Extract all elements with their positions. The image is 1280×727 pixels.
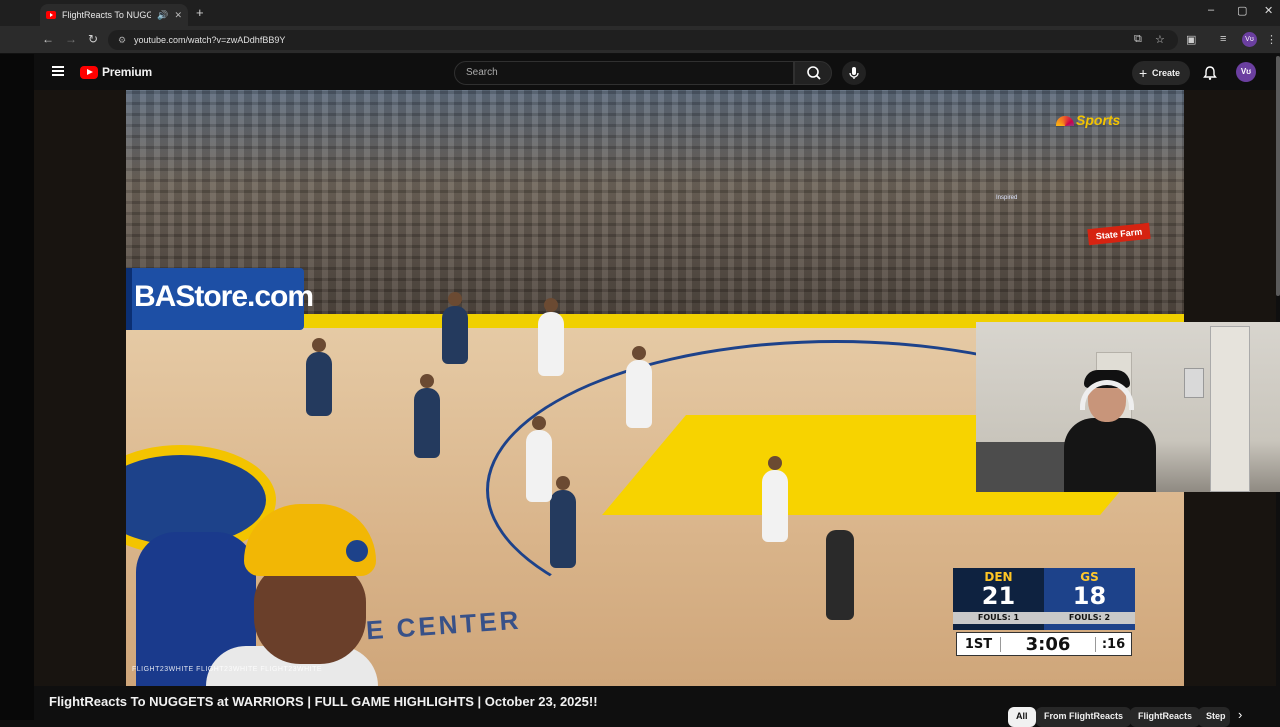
network-logo-text: Sports (1076, 112, 1121, 128)
home-fouls: FOULS: 1 (953, 612, 1044, 624)
player-figure (550, 476, 576, 568)
forward-arrow-icon[interactable]: → (65, 32, 77, 46)
microphone-icon (849, 67, 859, 79)
create-button[interactable]: + Create (1132, 61, 1190, 85)
left-edge (0, 54, 34, 720)
scoreboard-away: GS 18 FOULS: 2 (1044, 568, 1135, 630)
chip-step[interactable]: Step (1198, 707, 1230, 727)
browser-profile-avatar[interactable]: Vʊ (1242, 32, 1257, 47)
logo-wordmark: Premium (102, 65, 152, 79)
browser-tab-bar (0, 0, 1280, 26)
game-clock-row: 1ST 3:06 :16 (956, 632, 1132, 656)
create-label: Create (1152, 68, 1181, 78)
chat-overlay: Inspired (996, 194, 1116, 203)
url-text: youtube.com/watch?v=zwADdhfBB9Y (134, 35, 286, 45)
address-bar-row: ← → ↻ ⚙ youtube.com/watch?v=zwADdhfBB9Y … (0, 26, 1280, 54)
search-button[interactable] (794, 61, 832, 85)
left-page-area (34, 90, 126, 686)
chip-channel[interactable]: FlightReacts (1130, 707, 1201, 727)
player-figure (414, 374, 440, 458)
period-label: 1ST (957, 636, 1001, 652)
court-ad-board: BAStore.com (126, 268, 314, 330)
extensions-icon[interactable]: ▣ (1186, 33, 1196, 46)
url-field[interactable]: ⚙ youtube.com/watch?v=zwADdhfBB9Y (108, 30, 1178, 50)
player-figure (526, 416, 552, 502)
tab-close-icon[interactable]: ✕ (174, 10, 182, 21)
youtube-play-icon (80, 65, 98, 79)
account-avatar[interactable]: Vʊ (1236, 62, 1256, 82)
new-tab-button[interactable]: + (196, 5, 204, 20)
network-logo: Sports (1056, 112, 1120, 128)
away-fouls: FOULS: 2 (1044, 612, 1135, 624)
media-control-icon[interactable]: ≡ (1220, 33, 1226, 45)
video-title: FlightReacts To NUGGETS at WARRIORS | FU… (49, 694, 598, 709)
warriors-logo-icon (344, 538, 370, 564)
streamer-webcam-left (126, 496, 378, 686)
maximize-button[interactable]: ▢ (1237, 4, 1247, 17)
tab-title: FlightReacts To NUGGETS a (62, 10, 152, 20)
scoreboard: DEN 21 FOULS: 1 GS 18 FOULS: 2 1ST 3:06 … (953, 568, 1135, 658)
browser-menu-icon[interactable]: ⋮ (1266, 33, 1277, 46)
player-figure (626, 346, 652, 428)
chat-line: Inspired (996, 195, 1018, 201)
menu-icon[interactable] (52, 66, 64, 76)
chip-all[interactable]: All (1008, 707, 1036, 727)
youtube-favicon-icon (46, 11, 56, 19)
page-scrollbar[interactable] (1276, 56, 1280, 296)
minimize-button[interactable]: – (1208, 4, 1214, 16)
plus-icon: + (1139, 65, 1148, 81)
peacock-icon (1056, 116, 1074, 126)
streamer-webcam-right (976, 322, 1280, 492)
player-figure (538, 298, 564, 376)
speaker-icon[interactable]: 🔊 (157, 10, 168, 21)
referee-figure (826, 530, 854, 620)
search-input[interactable]: Search (454, 61, 794, 85)
shot-clock: :16 (1095, 636, 1131, 652)
site-info-icon[interactable]: ⚙ (118, 30, 126, 50)
close-window-button[interactable]: ✕ (1264, 4, 1273, 17)
away-score: 18 (1072, 582, 1107, 610)
scoreboard-home: DEN 21 FOULS: 1 (953, 568, 1044, 630)
court-ad-text: BAStore.com (134, 280, 314, 313)
notifications-bell-icon[interactable] (1202, 65, 1218, 81)
install-app-icon[interactable]: ⧉ (1134, 33, 1142, 46)
player-figure (442, 292, 468, 364)
search-icon (807, 66, 821, 80)
voice-search-button[interactable] (842, 61, 866, 85)
home-score: 21 (981, 582, 1016, 610)
bookmark-star-icon[interactable]: ☆ (1155, 33, 1165, 46)
social-handles: FLIGHT23WHITE FLIGHT23WHITE FLIGHT23WHIT… (132, 666, 323, 673)
player-figure (306, 338, 332, 416)
game-clock: 3:06 (1025, 633, 1071, 655)
browser-tab[interactable]: FlightReacts To NUGGETS a 🔊 ✕ (40, 4, 188, 26)
back-arrow-icon[interactable]: ← (42, 32, 54, 46)
chip-from-channel[interactable]: From FlightReacts (1036, 707, 1132, 727)
player-figure (762, 456, 788, 542)
reload-icon[interactable]: ↻ (88, 32, 98, 46)
youtube-logo[interactable]: Premium (80, 65, 152, 79)
